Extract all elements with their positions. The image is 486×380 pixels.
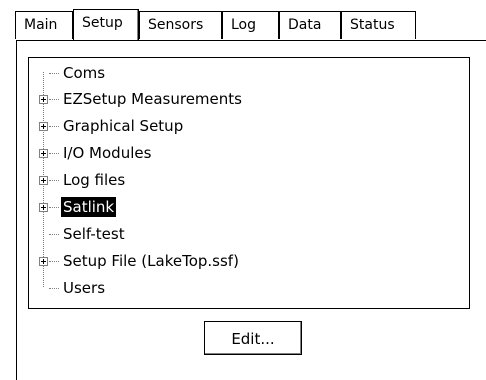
tree-branch-line	[49, 261, 59, 262]
tree-item-satlink[interactable]: Satlink	[29, 195, 459, 220]
tab-setup[interactable]: Setup	[73, 9, 139, 40]
tab-label: Data	[288, 17, 322, 33]
expand-plus-icon[interactable]	[39, 176, 48, 185]
tree-item-io-modules[interactable]: I/O Modules	[29, 141, 459, 166]
tab-data[interactable]: Data	[279, 11, 341, 39]
tab-label: Log	[231, 17, 257, 33]
edit-button[interactable]: Edit...	[204, 321, 302, 355]
tab-label: Sensors	[148, 17, 204, 33]
tree-item-label: Coms	[63, 64, 106, 82]
tree-item-label: Graphical Setup	[63, 117, 184, 135]
tree-item-users[interactable]: Users	[29, 276, 459, 301]
tab-strip: Main Setup Sensors Log Data Status	[0, 0, 486, 40]
tree-branch-line	[49, 153, 59, 154]
tree-item-label: Log files	[63, 171, 126, 189]
tab-sensors[interactable]: Sensors	[139, 11, 222, 39]
tree-branch-line	[49, 180, 59, 181]
tree-item-label: Users	[63, 279, 106, 297]
expand-plus-icon[interactable]	[39, 257, 48, 266]
tab-label: Main	[24, 17, 58, 33]
tab-main[interactable]: Main	[15, 11, 73, 39]
tree-branch-line	[49, 126, 59, 127]
tree-branch-line	[49, 99, 59, 100]
tree-item-graphical-setup[interactable]: Graphical Setup	[29, 114, 459, 139]
tree-item-setup-file[interactable]: Setup File (LakeTop.ssf)	[29, 249, 459, 274]
tree-branch-line	[49, 207, 59, 208]
tree-item-label-selected: Satlink	[61, 197, 117, 217]
tree-item-log-files[interactable]: Log files	[29, 168, 459, 193]
tree-item-label: Self-test	[63, 225, 125, 243]
tree-item-coms[interactable]: Coms	[29, 61, 459, 86]
tree-item-label: EZSetup Measurements	[63, 90, 242, 108]
tab-log[interactable]: Log	[222, 11, 279, 39]
expand-plus-icon[interactable]	[39, 95, 48, 104]
tab-status[interactable]: Status	[341, 11, 416, 39]
expand-plus-icon[interactable]	[39, 122, 48, 131]
tab-label: Setup	[82, 15, 123, 31]
tree-branch-line	[49, 234, 59, 235]
tree-item-label: I/O Modules	[63, 144, 152, 162]
setup-tree-view[interactable]: Coms EZSetup Measurements Graphical Setu…	[28, 57, 470, 309]
tree-branch-line	[49, 73, 59, 74]
tree-item-label: Setup File (LakeTop.ssf)	[63, 252, 239, 270]
tree-item-self-test[interactable]: Self-test	[29, 222, 459, 247]
tab-label: Status	[350, 17, 395, 33]
tree-item-ezsetup-measurements[interactable]: EZSetup Measurements	[29, 87, 459, 112]
expand-plus-icon[interactable]	[39, 149, 48, 158]
tree-branch-line	[49, 288, 59, 289]
expand-plus-icon[interactable]	[39, 203, 48, 212]
